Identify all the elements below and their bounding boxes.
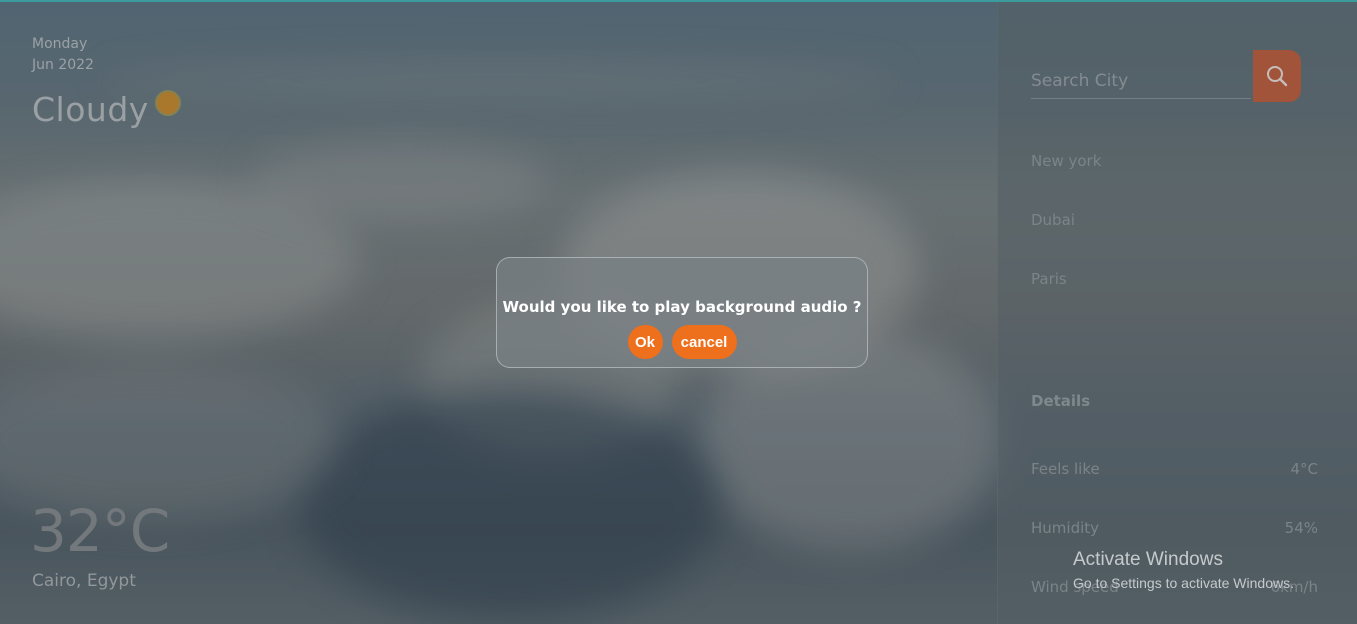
activate-windows-watermark: Activate Windows Go to Settings to activ… — [1073, 548, 1294, 594]
dialog-buttons: Ok cancel — [497, 325, 867, 359]
watermark-subtitle: Go to Settings to activate Windows. — [1073, 575, 1294, 591]
ok-button[interactable]: Ok — [627, 325, 663, 359]
watermark-title: Activate Windows — [1073, 549, 1223, 570]
dialog-message: Would you like to play background audio … — [502, 298, 862, 316]
audio-prompt-dialog: Would you like to play background audio … — [496, 257, 868, 368]
cancel-button[interactable]: cancel — [671, 325, 737, 359]
